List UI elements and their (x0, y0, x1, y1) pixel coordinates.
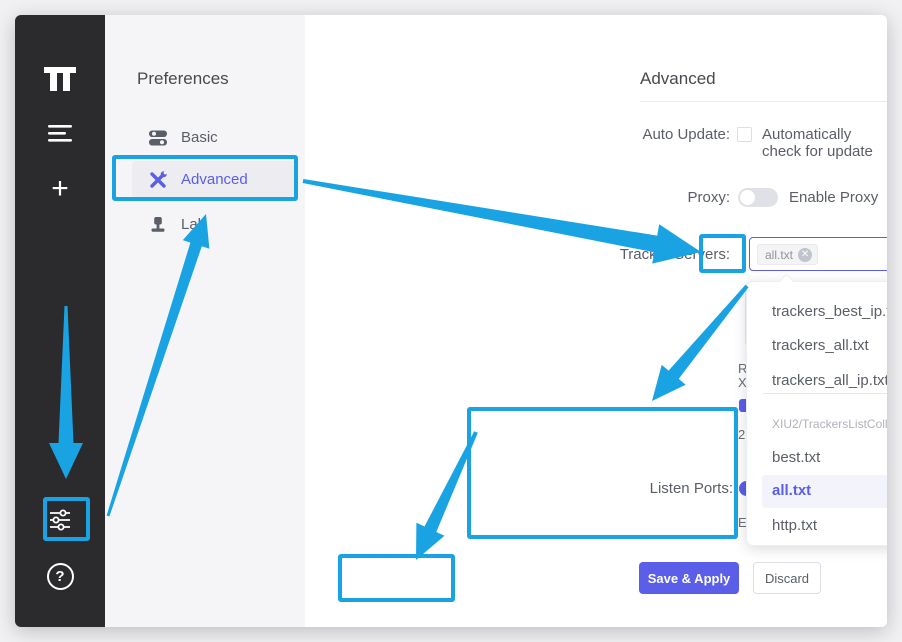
dropdown-caret (779, 274, 795, 290)
add-task-icon[interactable]: + (15, 173, 105, 205)
proxy-label: Proxy: (525, 189, 730, 206)
proxy-toggle[interactable] (738, 188, 778, 207)
auto-update-checkbox-label: Automatically check for update (762, 126, 887, 160)
dropdown-option-selected[interactable]: all.txt ✓ (762, 475, 887, 508)
nav-item-label: Lab (181, 216, 206, 233)
motrix-logo-glyph (43, 67, 77, 91)
auto-update-checkbox[interactable] (737, 127, 752, 142)
app-sidebar: + ? (15, 15, 105, 627)
tracker-select-dropdown: trackers_best_ip.txt trackers_all.txt tr… (746, 281, 887, 546)
help-icon[interactable]: ? (15, 561, 105, 591)
dropdown-option[interactable]: http.txt (747, 509, 887, 542)
nav-item-label: Advanced (181, 171, 248, 188)
motrix-logo-icon (15, 59, 105, 99)
clipped-text-fragment: 2 (738, 427, 745, 442)
tracker-servers-select[interactable]: all.txt ✕ (749, 237, 887, 271)
nav-item-advanced[interactable]: Advanced (132, 161, 295, 198)
dropdown-option[interactable]: trackers_all.txt (747, 329, 887, 362)
task-list-icon[interactable] (15, 117, 105, 149)
title-divider (640, 101, 887, 102)
preferences-title: Preferences (137, 69, 229, 89)
dropdown-group-label: XIU2/TrackersListCollection (772, 417, 887, 431)
preferences-icon[interactable] (15, 503, 105, 537)
tag-remove-icon[interactable]: ✕ (798, 248, 812, 262)
tracker-servers-label: Tracker Servers: (525, 246, 730, 263)
nav-item-lab[interactable]: Lab (132, 206, 295, 243)
advanced-tools-icon (148, 170, 168, 190)
basic-icon (148, 128, 168, 148)
desktop: + ? Preferences (0, 0, 902, 642)
listen-ports-label: Listen Ports: (535, 480, 733, 497)
save-apply-button[interactable]: Save & Apply (639, 562, 739, 594)
auto-update-label: Auto Update: (525, 126, 730, 143)
app-window: + ? Preferences (15, 15, 887, 627)
preferences-panel: Preferences Basic (105, 15, 305, 627)
dropdown-divider (763, 393, 887, 394)
discard-button[interactable]: Discard (753, 562, 821, 594)
nav-item-label: Basic (181, 129, 218, 146)
nav-item-basic[interactable]: Basic (132, 119, 295, 156)
proxy-toggle-label: Enable Proxy (789, 189, 878, 206)
settings-main: ✕ Advanced Auto Update: Automatically ch… (305, 15, 887, 627)
selected-tracker-tag: all.txt ✕ (757, 244, 818, 265)
lab-icon (148, 215, 168, 235)
dropdown-option[interactable]: best.txt (747, 441, 887, 474)
dropdown-option[interactable]: trackers_best_ip.txt (747, 295, 887, 328)
page-title: Advanced (640, 69, 716, 89)
